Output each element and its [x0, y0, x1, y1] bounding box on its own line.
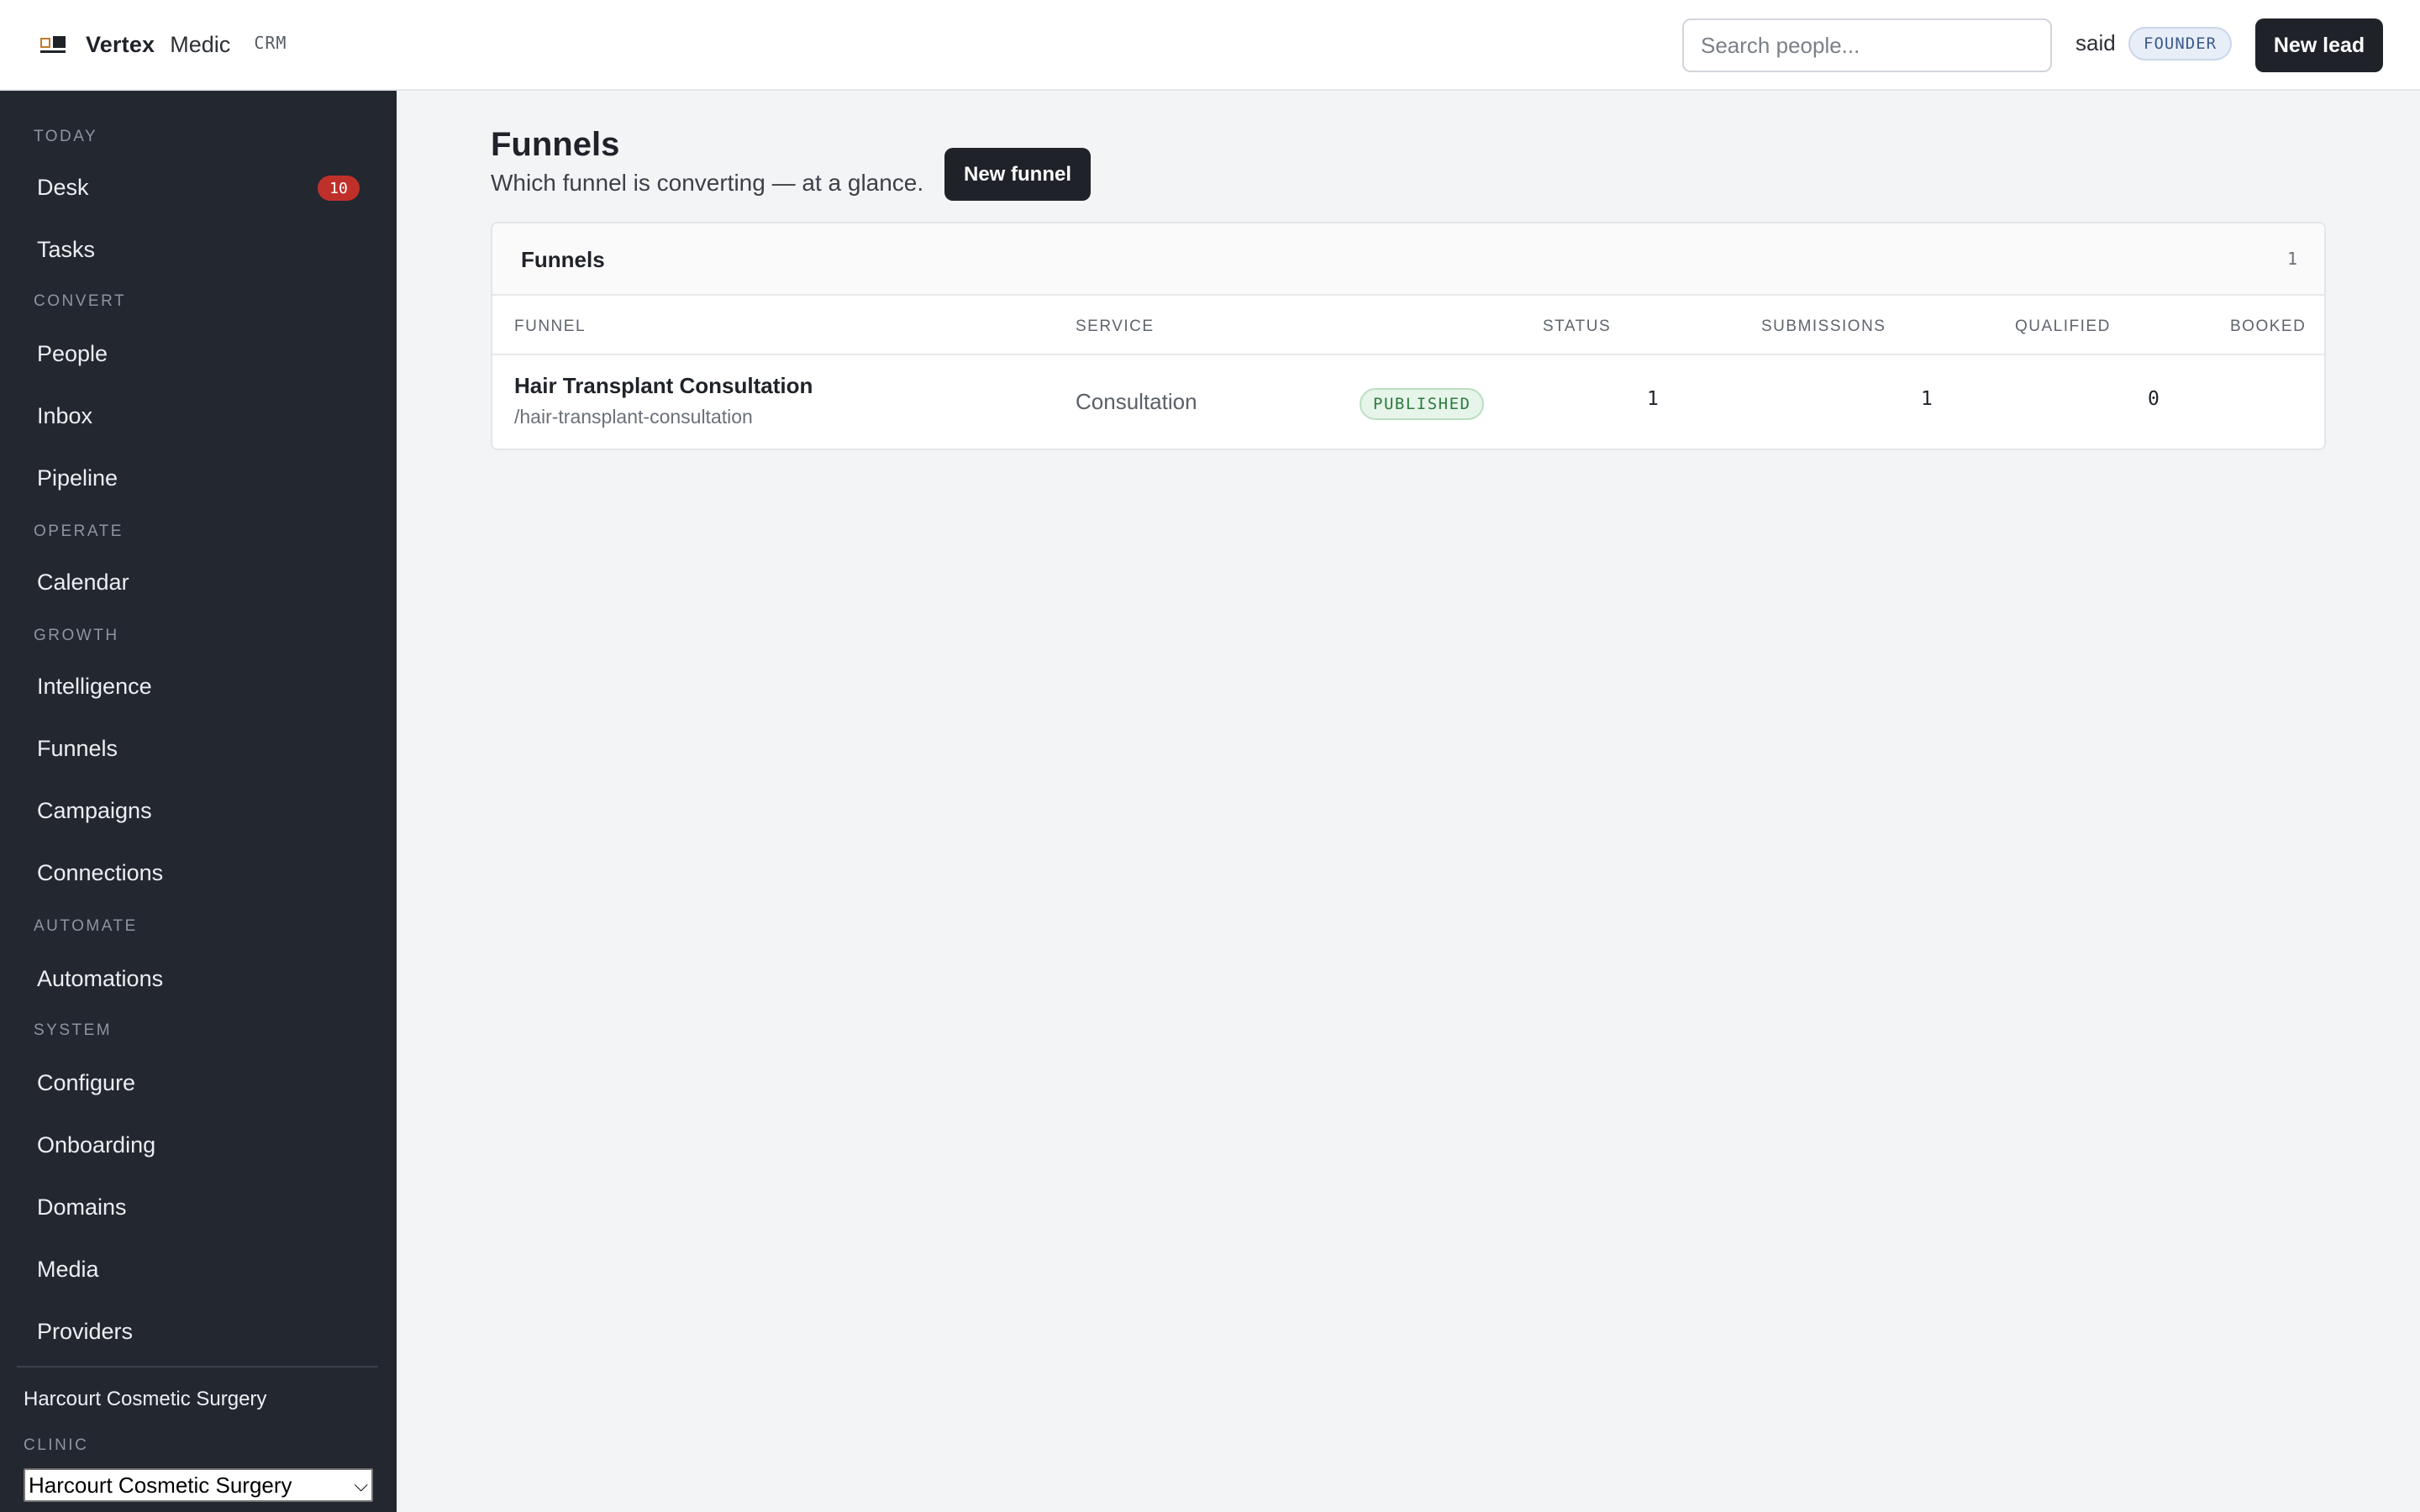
section-automate: AUTOMATE	[34, 917, 138, 935]
funnel-service: Consultation	[1076, 389, 1197, 414]
sidebar-item-media[interactable]: Media	[17, 1243, 380, 1295]
section-convert: CONVERT	[34, 292, 127, 310]
desk-count-badge: 10	[318, 176, 360, 201]
sidebar-divider	[17, 1366, 378, 1368]
sidebar-item-funnels[interactable]: Funnels	[17, 722, 380, 774]
sidebar-item-label: Configure	[37, 1069, 136, 1095]
sidebar-item-inbox[interactable]: Inbox	[17, 390, 380, 442]
sidebar-item-label: Automations	[37, 965, 164, 991]
funnel-count: 1	[2286, 249, 2297, 269]
card-header: Funnels 1	[492, 223, 2324, 296]
section-system: SYSTEM	[34, 1021, 113, 1039]
brand-tag: CRM	[254, 33, 287, 53]
section-today: TODAY	[34, 128, 98, 145]
funnels-card: Funnels 1 FUNNEL SERVICE STATUS SUBMISSI…	[491, 222, 2326, 450]
card-title: Funnels	[521, 247, 605, 272]
sidebar-item-label: Intelligence	[37, 673, 152, 699]
search-input[interactable]	[1682, 18, 2052, 72]
sidebar-item-label: Providers	[37, 1318, 134, 1344]
column-header-submissions[interactable]: SUBMISSIONS	[1761, 318, 1886, 336]
page-subtitle: Which funnel is converting — at a glance…	[491, 170, 924, 196]
funnel-slug: /hair-transplant-consultation	[514, 406, 753, 428]
sidebar-item-label: Tasks	[37, 236, 96, 262]
sidebar-item-configure[interactable]: Configure	[17, 1057, 380, 1109]
role-badge: FOUNDER	[2128, 27, 2233, 60]
page-title: Funnels	[491, 126, 620, 163]
sidebar-item-label: Connections	[37, 859, 164, 885]
table-header-divider	[492, 354, 2324, 355]
sidebar: TODAY Desk 10 Tasks CONVERT People Inbox…	[0, 91, 397, 1512]
logo-icon	[40, 36, 66, 53]
sidebar-item-label: Onboarding	[37, 1131, 156, 1158]
sidebar-item-connections[interactable]: Connections	[17, 847, 380, 899]
sidebar-item-label: Funnels	[37, 735, 118, 761]
funnel-name[interactable]: Hair Transplant Consultation	[514, 373, 813, 399]
column-header-service[interactable]: SERVICE	[1076, 318, 1155, 336]
sidebar-item-label: Inbox	[37, 402, 93, 428]
column-header-qualified[interactable]: QUALIFIED	[2015, 318, 2111, 336]
sidebar-item-campaigns[interactable]: Campaigns	[17, 785, 380, 837]
user-name[interactable]: said	[2075, 30, 2116, 56]
column-header-booked[interactable]: BOOKED	[2230, 318, 2306, 336]
new-lead-button[interactable]: New lead	[2255, 18, 2383, 72]
brand-subtitle: Medic	[170, 31, 231, 57]
sidebar-item-label: Media	[37, 1256, 99, 1282]
sidebar-item-people[interactable]: People	[17, 328, 380, 380]
clinic-select[interactable]: Harcourt Cosmetic Surgery ⌵	[24, 1468, 373, 1502]
qualified-count: 1	[1921, 388, 1933, 410]
brand[interactable]: Vertex Medic CRM	[40, 0, 287, 89]
sidebar-item-tasks[interactable]: Tasks	[17, 223, 380, 276]
sidebar-item-desk[interactable]: Desk 10	[17, 161, 380, 213]
sidebar-item-label: People	[37, 340, 108, 366]
section-growth: GROWTH	[34, 627, 119, 644]
sidebar-item-label: Desk	[37, 174, 89, 200]
top-bar: Vertex Medic CRM said FOUNDER New lead	[0, 0, 2420, 91]
clinic-label: CLINIC	[24, 1436, 89, 1454]
sidebar-item-pipeline[interactable]: Pipeline	[17, 452, 380, 504]
status-badge: PUBLISHED	[1360, 388, 1485, 420]
sidebar-item-label: Calendar	[37, 569, 129, 595]
clinic-select-value: Harcourt Cosmetic Surgery	[29, 1472, 292, 1498]
sidebar-item-domains[interactable]: Domains	[17, 1181, 380, 1233]
sidebar-item-onboarding[interactable]: Onboarding	[17, 1119, 380, 1171]
sidebar-item-label: Pipeline	[37, 465, 118, 491]
sidebar-item-label: Domains	[37, 1194, 127, 1220]
booked-count: 0	[2148, 388, 2160, 410]
brand-name: Vertex	[86, 31, 155, 57]
sidebar-item-automations[interactable]: Automations	[17, 953, 380, 1005]
column-header-status[interactable]: STATUS	[1543, 318, 1611, 336]
section-operate: OPERATE	[34, 522, 124, 540]
sidebar-item-label: Campaigns	[37, 797, 152, 823]
column-header-funnel[interactable]: FUNNEL	[514, 318, 586, 336]
chevron-down-icon: ⌵	[354, 1474, 368, 1495]
submissions-count: 1	[1647, 388, 1659, 410]
sidebar-item-providers[interactable]: Providers	[17, 1305, 380, 1357]
sidebar-item-calendar[interactable]: Calendar	[17, 556, 380, 608]
sidebar-item-intelligence[interactable]: Intelligence	[17, 660, 380, 712]
clinic-name: Harcourt Cosmetic Surgery	[24, 1388, 267, 1410]
new-funnel-button[interactable]: New funnel	[944, 148, 1091, 201]
